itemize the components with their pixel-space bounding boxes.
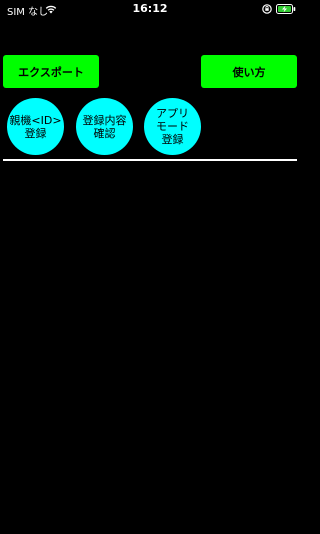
confirm-registration-button[interactable]: 登録内容 確認 bbox=[76, 98, 133, 155]
usage-button[interactable]: 使い方 bbox=[201, 55, 297, 88]
export-button[interactable]: エクスポート bbox=[3, 55, 99, 88]
status-bar: SIM なし 16:12 bbox=[0, 0, 300, 20]
register-parent-id-button[interactable]: 親機<ID> 登録 bbox=[7, 98, 64, 155]
battery-charging-icon bbox=[276, 4, 296, 14]
divider bbox=[3, 159, 297, 161]
status-time: 16:12 bbox=[132, 2, 168, 15]
home-indicator bbox=[100, 525, 200, 529]
lock-icon bbox=[262, 4, 272, 14]
register-app-mode-button[interactable]: アプリ モード 登録 bbox=[144, 98, 201, 155]
